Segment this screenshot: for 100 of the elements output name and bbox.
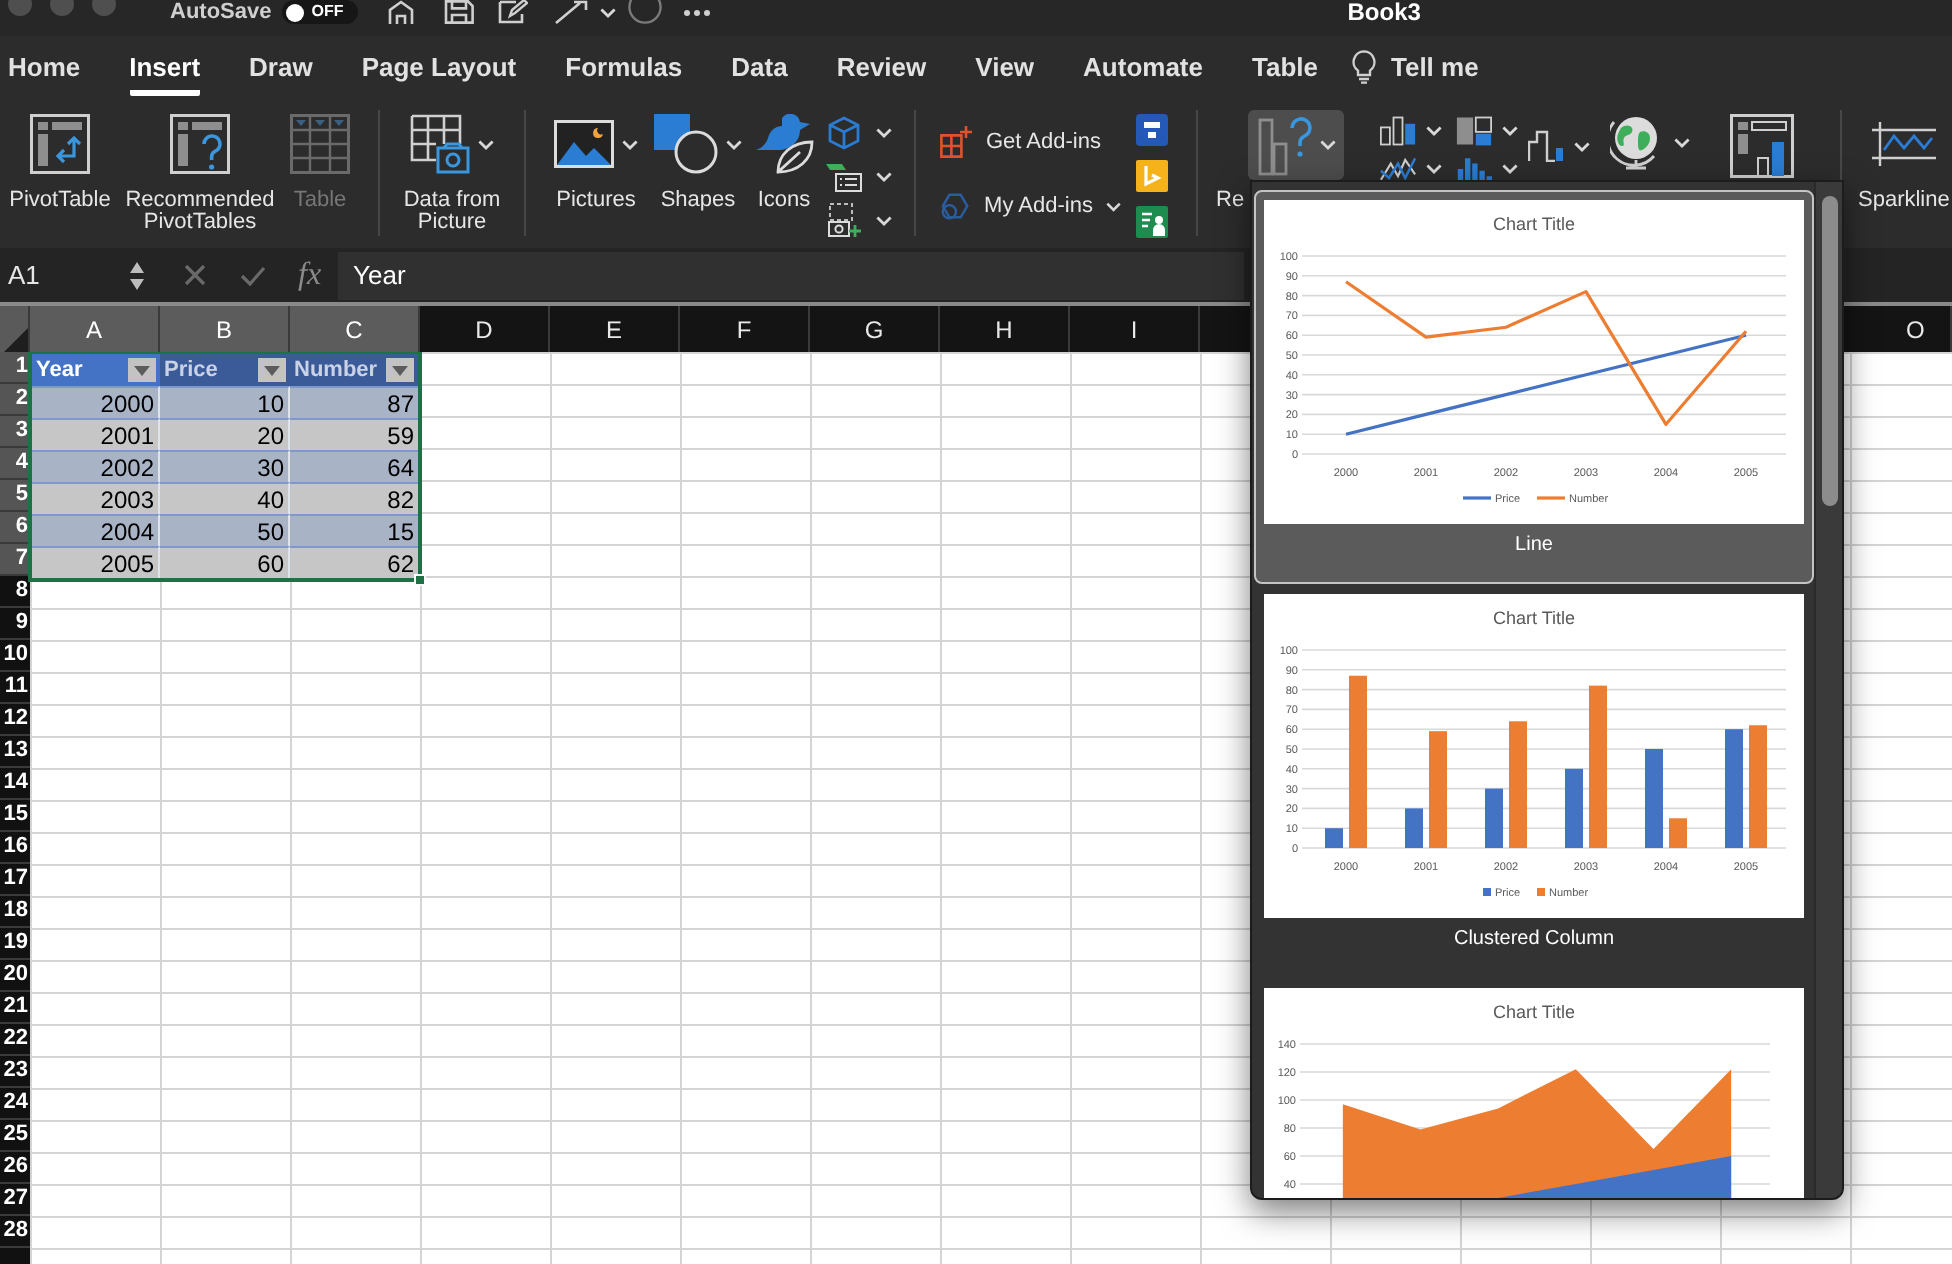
row-header[interactable]: 17 [0,864,30,896]
filter-button[interactable] [258,358,286,382]
row-header[interactable]: 14 [0,768,30,800]
ribbon-tab[interactable]: Page Layout [361,36,517,96]
table-cell: 20 [160,418,290,450]
table-cell: 64 [290,450,418,482]
icons-button[interactable]: Icons [748,114,820,212]
autosave-label: AutoSave [170,0,272,24]
caret-icon [622,139,638,149]
caret-icon [876,215,892,225]
table-cell: 59 [290,418,418,450]
row-header[interactable]: 13 [0,736,30,768]
sparkline-icon [1871,122,1936,166]
chart-type-button[interactable] [1380,152,1442,184]
row-header[interactable]: 26 [0,1152,30,1184]
ribbon-tab[interactable]: Table [1251,36,1318,96]
chart-title: Chart Title [1493,1002,1575,1022]
row-header[interactable]: 19 [0,928,30,960]
fill-handle[interactable] [414,574,426,586]
pivot-table-question-icon [170,114,230,174]
recommended-pivot-tables-button[interactable]: Recommended PivotTables [122,114,278,234]
row-header[interactable]: 25 [0,1120,30,1152]
insert-function-button[interactable]: fx [298,259,322,291]
ribbon-tab[interactable]: Formulas [565,36,683,96]
ribbon-tab[interactable]: Data [731,36,788,96]
table-cell: 2002 [32,450,160,482]
table-cell: 82 [290,482,418,514]
chart-type-button[interactable] [1456,114,1518,146]
row-header[interactable]: 24 [0,1088,30,1120]
pivot-table-button[interactable]: PivotTable [4,114,116,212]
column-header[interactable]: B [160,306,290,352]
row-header[interactable]: 7 [0,544,30,576]
ribbon-tab[interactable]: Home [8,36,81,96]
select-all-button[interactable] [0,306,30,352]
row-header[interactable]: 16 [0,832,30,864]
map-chart-button[interactable] [1610,114,1690,170]
row-header[interactable]: 11 [0,672,30,704]
more-icon[interactable] [683,10,710,16]
ribbon-tab[interactable]: Draw [249,36,313,96]
filter-button[interactable] [386,358,414,382]
table-cell: 60 [160,546,290,578]
row-header[interactable]: 22 [0,1024,30,1056]
column-header[interactable]: C [290,306,420,352]
row-header[interactable]: 8 [0,576,30,608]
edit-icon[interactable] [497,0,528,24]
ribbon-tab[interactable]: Automate [1083,36,1203,96]
home-icon[interactable] [387,0,414,24]
shapes-button[interactable]: Shapes [652,114,744,212]
row-header[interactable]: 1 [0,352,30,384]
check-icon[interactable] [240,265,266,285]
table-cell: 2001 [32,418,160,450]
scrollbar-thumb[interactable] [1821,196,1837,506]
bird-leaf-icon [754,114,814,174]
save-icon[interactable] [443,0,474,24]
row-header[interactable]: 27 [0,1184,30,1216]
chart-type-button[interactable] [1528,130,1590,162]
cancel-icon[interactable] [184,264,206,286]
row-header[interactable]: 2 [0,384,30,416]
caret-icon [1574,141,1590,151]
ribbon-tab[interactable]: View [975,36,1035,96]
caret-icon [1426,163,1442,173]
table-cell: 15 [290,514,418,546]
row-header[interactable]: 4 [0,448,30,480]
column-chart-icon [1380,115,1416,145]
row-header[interactable]: 20 [0,960,30,992]
tell-me-button[interactable]: Tell me [1352,36,1479,96]
column-header[interactable]: A [30,306,160,352]
table-cell: 50 [160,514,290,546]
add-ins-button[interactable]: Get Add-ins [940,124,1122,160]
row-header[interactable]: 28 [0,1216,30,1248]
chart-button[interactable] [1730,114,1794,178]
legend-line-icon [1537,496,1565,500]
row-header[interactable]: 3 [0,416,30,448]
button-label: Re [1216,190,1245,212]
row-header[interactable]: 6 [0,512,30,544]
filter-button[interactable] [128,358,156,382]
name-box[interactable]: A1 [0,253,124,297]
waterfall-chart-icon [1528,130,1564,162]
recommended-charts-button[interactable] [1248,110,1344,180]
row-header[interactable]: 18 [0,896,30,928]
row-header[interactable]: 12 [0,704,30,736]
add-ins-button[interactable]: My Add-ins [940,188,1122,224]
formula-field[interactable]: Year [337,251,1244,299]
arrow-icon[interactable] [553,0,588,24]
data-from-picture-button[interactable]: Data from Picture [392,114,512,234]
row-header[interactable]: 23 [0,1056,30,1088]
legend-swatch-icon [1537,888,1545,896]
pictures-button[interactable]: Pictures [544,114,648,212]
row-header[interactable]: 21 [0,992,30,1024]
ribbon-tab[interactable]: Review [836,36,927,96]
row-header[interactable]: 10 [0,640,30,672]
legend-swatch-icon [1483,888,1491,896]
chart-type-button[interactable] [1380,114,1442,146]
sparkline-button[interactable]: Sparkline [1858,114,1950,212]
autosave-toggle[interactable]: OFF [281,0,358,24]
table-cell: 2003 [32,482,160,514]
row-header[interactable]: 15 [0,800,30,832]
stepper-icon[interactable] [130,261,144,289]
row-header[interactable]: 9 [0,608,30,640]
row-header[interactable]: 5 [0,480,30,512]
